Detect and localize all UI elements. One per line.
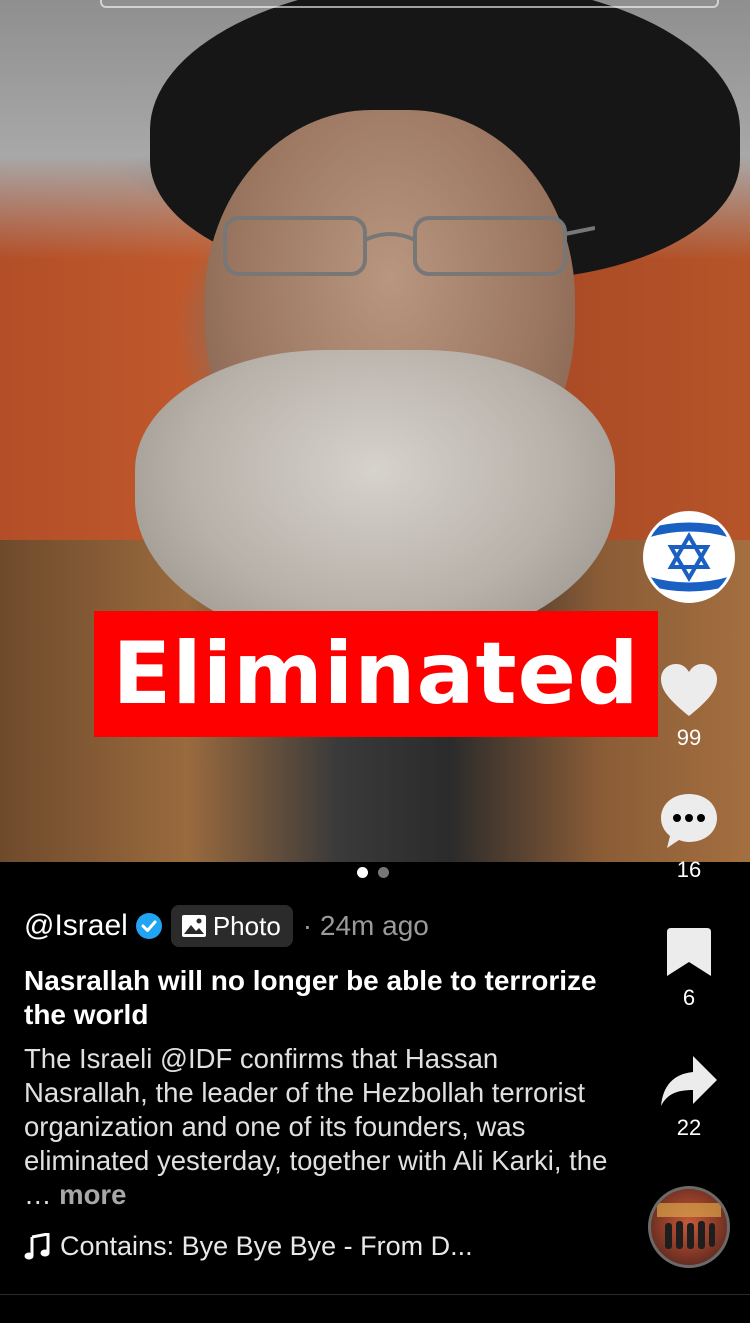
photo-icon bbox=[181, 915, 206, 937]
post-title: Nasrallah will no longer be able to terr… bbox=[24, 965, 597, 1030]
carousel-dot-active bbox=[357, 867, 368, 878]
media-type-label: Photo bbox=[212, 910, 281, 941]
sound-cover-icon bbox=[657, 1203, 721, 1249]
bookmark-button[interactable]: 6 bbox=[640, 926, 738, 1011]
media-type-badge: Photo bbox=[170, 905, 293, 947]
post-meta-row: @Israel Photo · 24m ago bbox=[24, 905, 429, 947]
comment-count: 16 bbox=[676, 857, 702, 882]
carousel-dot bbox=[378, 867, 389, 878]
like-count: 99 bbox=[676, 725, 702, 750]
bookmark-icon bbox=[667, 928, 711, 976]
heart-icon bbox=[661, 664, 717, 716]
bookmark-count: 6 bbox=[682, 985, 696, 1010]
share-count: 22 bbox=[676, 1115, 702, 1140]
author-avatar[interactable] bbox=[643, 511, 735, 603]
image-glasses bbox=[223, 216, 595, 276]
sound-disc[interactable] bbox=[648, 1186, 730, 1268]
music-note-icon bbox=[24, 1232, 50, 1259]
post-description[interactable]: The Israeli @IDF confirms that Hassan Na… bbox=[24, 1042, 624, 1212]
more-link[interactable]: more bbox=[59, 1179, 126, 1210]
author-handle[interactable]: @Israel bbox=[24, 909, 128, 943]
comment-bubble-icon bbox=[661, 794, 717, 848]
music-row[interactable]: Contains: Bye Bye Bye - From D... bbox=[24, 1231, 473, 1262]
verified-check-icon bbox=[135, 913, 162, 939]
eliminated-banner: Eliminated bbox=[94, 611, 658, 737]
share-button[interactable]: 22 bbox=[640, 1054, 738, 1141]
bottom-divider bbox=[0, 1294, 750, 1295]
banner-text: Eliminated bbox=[112, 624, 640, 724]
top-search-bar-edge bbox=[100, 0, 719, 8]
comment-button[interactable]: 16 bbox=[640, 792, 738, 883]
carousel-indicator bbox=[357, 867, 389, 878]
israel-flag-avatar-icon bbox=[646, 514, 732, 600]
share-arrow-icon bbox=[661, 1056, 717, 1106]
like-button[interactable]: 99 bbox=[640, 662, 738, 751]
post-timestamp: · 24m ago bbox=[302, 910, 429, 941]
image-beard bbox=[135, 350, 615, 650]
music-label: Contains: Bye Bye Bye - From D... bbox=[60, 1231, 473, 1261]
